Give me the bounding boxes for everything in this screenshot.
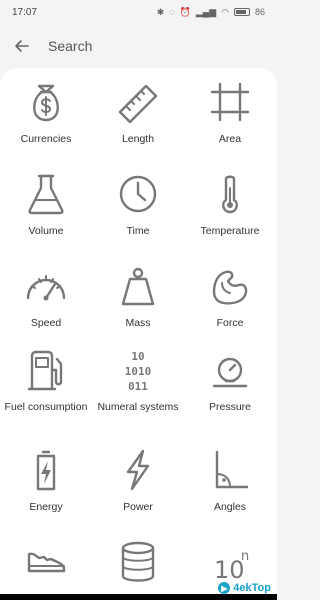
category-temperature[interactable]: Temperature — [184, 172, 276, 238]
alarm-icon: ⏰ — [179, 6, 191, 17]
database-icon — [121, 541, 155, 582]
category-label: Angles — [213, 501, 247, 513]
binary-row: 011 — [128, 380, 148, 392]
category-speed[interactable]: Speed — [0, 264, 92, 330]
flexed-arm-icon — [212, 270, 248, 305]
category-label: Numeral systems — [97, 401, 179, 413]
category-label: Volume — [28, 225, 64, 237]
watermark-logo-icon: ▶ — [218, 582, 231, 594]
lightning-icon — [126, 449, 150, 491]
category-label: Speed — [30, 317, 62, 329]
category-fuel-consumption[interactable]: Fuel consumption — [0, 348, 92, 414]
status-time: 17:07 — [12, 6, 38, 18]
category-volume[interactable]: Volume — [0, 172, 92, 238]
bluetooth-icon: ✱ — [156, 6, 165, 17]
mute-icon: ◌ — [169, 7, 175, 17]
category-label: Force — [216, 317, 244, 329]
status-icons: ✱ ◌ ⏰ ▂▄▆ ◠ 86 — [157, 7, 265, 18]
money-bag-icon — [33, 84, 59, 122]
binary-digits-icon: 10 1010 011 — [125, 350, 152, 392]
category-grid: Currencies Length Area Volume Time Tempe… — [0, 68, 277, 600]
category-angles[interactable]: Angles — [184, 448, 276, 514]
power-exponent: n — [241, 549, 249, 564]
back-button[interactable] — [2, 24, 42, 68]
category-time[interactable]: Time — [92, 172, 184, 238]
fuel-pump-icon — [27, 350, 63, 391]
system-nav-bar — [0, 594, 277, 600]
category-length[interactable]: Length — [92, 80, 184, 146]
battery-level: 86 — [254, 7, 265, 17]
category-label: Temperature — [200, 225, 260, 237]
category-label: Fuel consumption — [4, 401, 88, 413]
binary-row: 10 — [131, 350, 144, 363]
category-energy[interactable]: Energy — [0, 448, 92, 514]
arrow-left-icon — [15, 40, 29, 52]
shoe-icon — [27, 552, 66, 573]
signal-icon: ▂▄▆ — [195, 6, 217, 17]
search-input[interactable]: Search — [48, 38, 92, 54]
watermark: ▶ 4ekTop — [218, 582, 271, 594]
clock-icon — [119, 175, 157, 213]
category-currencies[interactable]: Currencies — [0, 80, 92, 146]
category-tile[interactable] — [92, 540, 184, 592]
battery-icon — [36, 450, 56, 491]
category-pressure[interactable]: Pressure — [184, 348, 276, 414]
watermark-text: 4ekTop — [233, 582, 271, 594]
category-label: Mass — [125, 317, 151, 329]
ruler-icon — [118, 84, 158, 124]
category-force[interactable]: Force — [184, 264, 276, 330]
weight-icon — [121, 267, 155, 306]
wifi-icon: ◠ — [221, 6, 229, 17]
category-area[interactable]: Area — [184, 80, 276, 146]
category-power[interactable]: Power — [92, 448, 184, 514]
category-label: Time — [126, 225, 150, 237]
category-label: Currencies — [20, 133, 72, 145]
search-bar[interactable]: Search — [0, 24, 277, 68]
flask-icon — [28, 174, 64, 215]
power-ten-icon: 10 n — [214, 549, 249, 584]
pressure-gauge-icon — [212, 357, 248, 388]
status-bar: 17:07 ✱ ◌ ⏰ ▂▄▆ ◠ 86 — [0, 0, 277, 24]
power-base: 10 — [214, 556, 245, 584]
category-label: Pressure — [208, 401, 251, 413]
category-label: Length — [121, 133, 155, 145]
category-mass[interactable]: Mass — [92, 264, 184, 330]
category-label: Area — [218, 133, 242, 145]
category-label: Energy — [29, 501, 63, 513]
angle-icon — [215, 450, 249, 489]
category-numeral-systems[interactable]: 10 1010 011 Numeral systems — [92, 348, 184, 414]
binary-row: 1010 — [125, 365, 152, 378]
category-tile[interactable] — [0, 540, 92, 592]
battery-status-icon — [233, 8, 250, 16]
thermometer-icon — [222, 175, 238, 214]
category-label: Power — [123, 501, 153, 513]
area-grid-icon — [210, 82, 250, 122]
speedometer-icon — [26, 275, 66, 301]
